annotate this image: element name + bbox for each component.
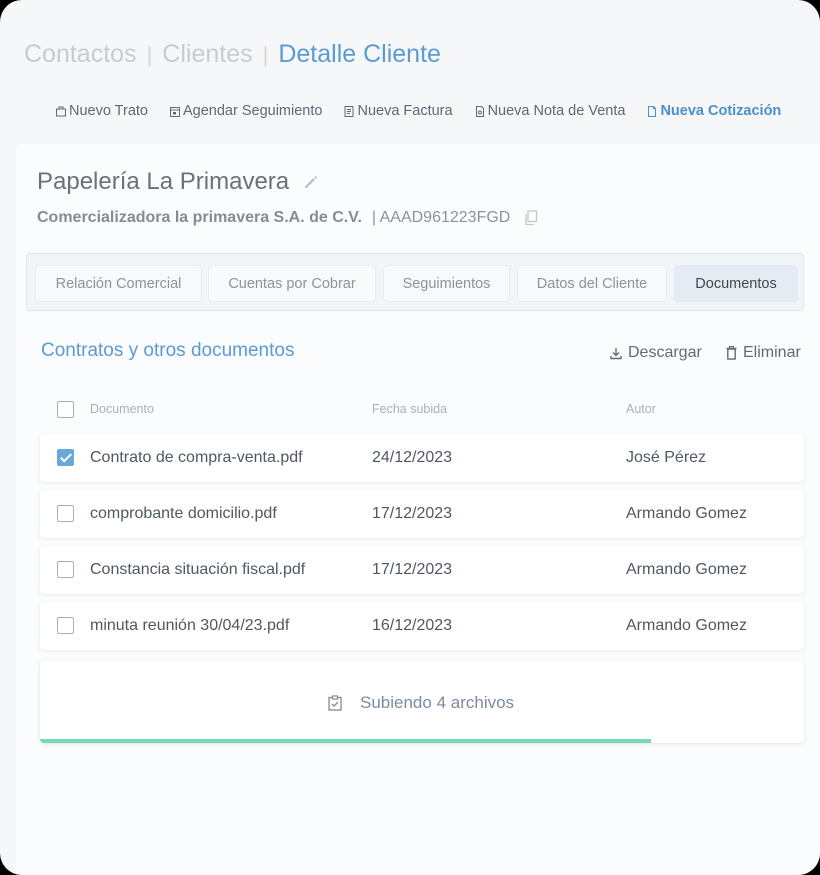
tab-bar: Relación Comercial Cuentas por Cobrar Se… <box>26 253 804 311</box>
table-row[interactable]: Contrato de compra-venta.pdf 24/12/2023 … <box>40 434 804 482</box>
row-checkbox[interactable] <box>57 505 74 522</box>
copy-icon[interactable] <box>524 210 538 226</box>
client-name: Papelería La Primavera <box>37 168 290 195</box>
note-icon <box>475 105 484 117</box>
row-checkbox[interactable] <box>57 561 74 578</box>
client-legal-name: Comercializadora la primavera S.A. de C.… <box>37 209 362 226</box>
invoice-icon <box>344 105 354 117</box>
author: Armando Gomez <box>626 617 747 634</box>
row-checkbox[interactable] <box>57 617 74 634</box>
upload-date: 24/12/2023 <box>372 449 453 466</box>
upload-date: 16/12/2023 <box>372 617 453 634</box>
new-invoice-button[interactable]: Nueva Factura <box>344 103 453 119</box>
new-quote-button[interactable]: Nueva Cotización <box>647 103 781 119</box>
document-name[interactable]: comprobante domicilio.pdf <box>90 505 277 523</box>
calendar-icon <box>170 106 180 117</box>
column-header-author[interactable]: Autor <box>626 402 656 416</box>
document-name[interactable]: Constancia situación fiscal.pdf <box>90 561 305 579</box>
client-rfc: | AAAD961223FGD <box>371 209 511 226</box>
breadcrumb-detalle-cliente: Detalle Cliente <box>278 40 441 68</box>
tab-seguimientos[interactable]: Seguimientos <box>383 265 510 302</box>
action-bar: Nuevo Trato Agendar Seguimiento Nueva Fa… <box>56 103 803 119</box>
row-checkbox[interactable] <box>57 449 74 466</box>
clipboard-check-icon <box>328 695 342 711</box>
client-detail-card: Papelería La Primavera Comercializadora … <box>16 144 820 875</box>
delete-button[interactable]: Eliminar <box>726 344 801 362</box>
author: José Pérez <box>626 449 707 466</box>
author: Armando Gomez <box>626 561 747 578</box>
trash-icon <box>726 346 737 360</box>
select-all-checkbox[interactable] <box>57 401 74 418</box>
upload-progress-bar <box>40 739 652 743</box>
table-row[interactable]: Constancia situación fiscal.pdf 17/12/20… <box>40 546 804 594</box>
client-subtitle-row: Comercializadora la primavera S.A. de C.… <box>37 209 538 227</box>
new-deal-button[interactable]: Nuevo Trato <box>56 103 148 119</box>
breadcrumb-separator: | <box>262 41 269 67</box>
delete-label: Eliminar <box>743 344 801 361</box>
tab-cuentas-por-cobrar[interactable]: Cuentas por Cobrar <box>208 265 376 302</box>
document-icon <box>648 105 657 117</box>
table-row[interactable]: minuta reunión 30/04/23.pdf 16/12/2023 A… <box>40 602 804 650</box>
download-label: Descargar <box>628 344 702 361</box>
column-header-document[interactable]: Documento <box>90 402 154 416</box>
document-name[interactable]: minuta reunión 30/04/23.pdf <box>90 617 289 635</box>
column-header-date[interactable]: Fecha subida <box>372 402 447 416</box>
table-row[interactable]: comprobante domicilio.pdf 17/12/2023 Arm… <box>40 490 804 538</box>
download-icon <box>610 347 622 359</box>
edit-icon[interactable] <box>303 174 319 190</box>
briefcase-icon <box>56 106 66 116</box>
upload-status-label: Subiendo 4 archivos <box>360 693 515 712</box>
new-sales-note-label: Nueva Nota de Venta <box>487 103 626 119</box>
schedule-followup-label: Agendar Seguimiento <box>183 103 323 119</box>
new-deal-label: Nuevo Trato <box>69 103 148 119</box>
new-sales-note-button[interactable]: Nueva Nota de Venta <box>475 103 626 119</box>
new-invoice-label: Nueva Factura <box>357 103 453 119</box>
tab-documentos[interactable]: Documentos <box>674 265 798 302</box>
upload-date: 17/12/2023 <box>372 505 453 522</box>
author: Armando Gomez <box>626 505 747 522</box>
schedule-followup-button[interactable]: Agendar Seguimiento <box>170 103 322 119</box>
tab-relacion-comercial[interactable]: Relación Comercial <box>35 265 202 302</box>
upload-progress-panel: Subiendo 4 archivos <box>40 661 804 743</box>
upload-status: Subiendo 4 archivos <box>328 693 514 713</box>
breadcrumb: Contactos | Clientes | Detalle Cliente <box>24 40 441 69</box>
client-title-row: Papelería La Primavera <box>37 168 319 196</box>
breadcrumb-clientes[interactable]: Clientes <box>162 40 252 69</box>
breadcrumb-contactos[interactable]: Contactos <box>24 40 137 69</box>
document-name[interactable]: Contrato de compra-venta.pdf <box>90 449 303 467</box>
documents-section-title: Contratos y otros documentos <box>41 340 295 361</box>
app-window: Contactos | Clientes | Detalle Cliente N… <box>0 0 820 875</box>
tab-datos-del-cliente[interactable]: Datos del Cliente <box>517 265 667 302</box>
upload-date: 17/12/2023 <box>372 561 453 578</box>
new-quote-label: Nueva Cotización <box>660 103 782 119</box>
breadcrumb-separator: | <box>146 41 153 67</box>
download-button[interactable]: Descargar <box>610 344 702 362</box>
